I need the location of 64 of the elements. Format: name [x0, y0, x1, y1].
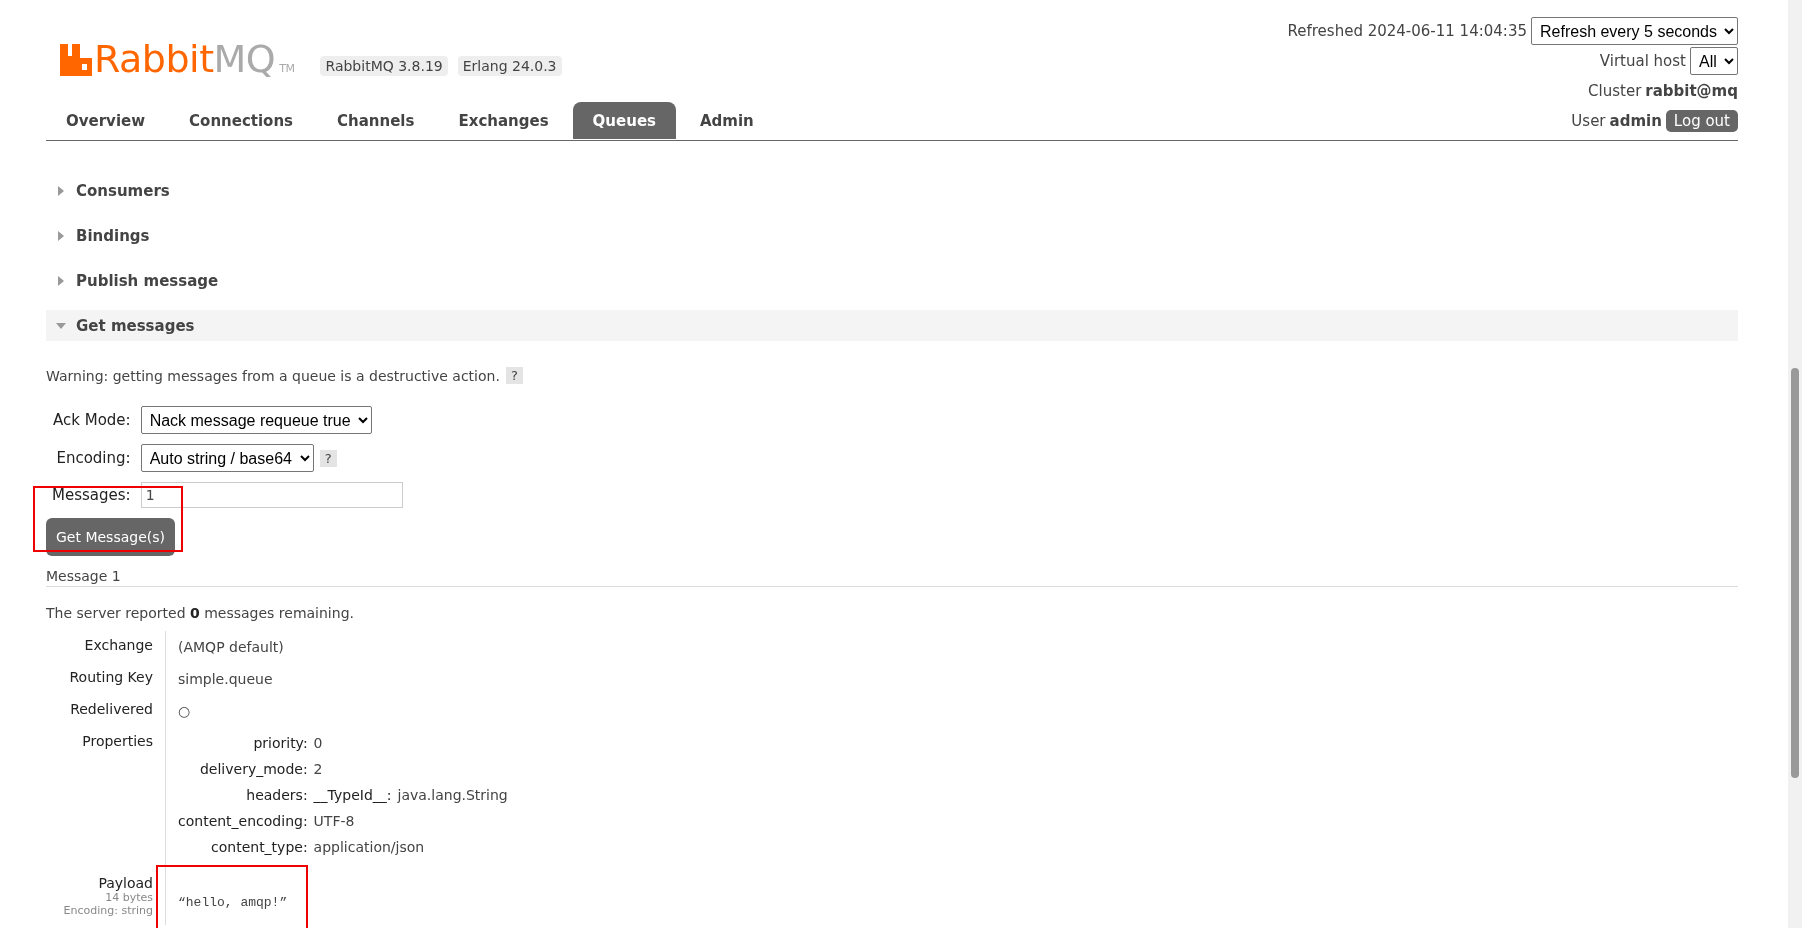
user-name: admin	[1609, 112, 1662, 130]
trademark: TM	[279, 63, 295, 74]
warning-text: Warning: getting messages from a queue is a destructive action.	[46, 367, 500, 384]
section-header[interactable]: Publish message	[46, 265, 1738, 296]
nav-tab[interactable]: Overview	[46, 102, 166, 139]
property-value: 2	[313, 761, 323, 777]
collapse-triangle-icon	[56, 320, 66, 331]
scrollbar[interactable]	[1788, 0, 1802, 928]
version-badge: RabbitMQ 3.8.19	[320, 56, 448, 76]
cluster-label: Cluster	[1588, 82, 1642, 100]
nav-tab[interactable]: Channels	[317, 102, 435, 139]
property-key: content_encoding:	[178, 813, 308, 829]
messages-input[interactable]: 1	[140, 482, 403, 508]
expand-triangle-icon	[56, 185, 66, 196]
property-value: UTF-8	[313, 813, 355, 829]
help-button[interactable]: ?	[319, 449, 337, 467]
section-header[interactable]: Consumers	[46, 175, 1738, 206]
row-label: Properties	[46, 727, 166, 863]
property-value: java.lang.String	[397, 787, 508, 803]
virtual-host-select[interactable]: All	[1690, 47, 1738, 75]
get-messages-button[interactable]: Get Message(s)	[46, 518, 175, 556]
logo-product: MQ	[213, 40, 276, 78]
field-label: Messages:	[51, 486, 131, 504]
virtual-host-label: Virtual host	[1599, 52, 1686, 70]
expand-triangle-icon	[56, 230, 66, 241]
row-value: (AMQP default)	[177, 638, 285, 657]
refreshed-time: Refreshed 2024-06-11 14:04:35	[1287, 22, 1527, 40]
option-select[interactable]: Nack message requeue true	[140, 406, 372, 434]
section-header[interactable]: Get messages	[46, 310, 1738, 341]
user-label: User	[1571, 112, 1606, 130]
property-value: 0	[313, 735, 323, 751]
payload-value: “hello, amqp!”	[178, 895, 288, 910]
help-button[interactable]: ?	[505, 367, 523, 384]
nav-tab[interactable]: Connections	[169, 102, 314, 139]
payload-size: 14 bytes	[105, 891, 153, 904]
payload-label: Payload	[98, 875, 153, 891]
row-label: Redelivered	[46, 695, 166, 727]
option-select[interactable]: Auto string / base64	[140, 444, 314, 472]
logout-button[interactable]: Log out	[1665, 110, 1738, 132]
payload-encoding: Encoding: string	[63, 904, 153, 917]
expand-triangle-icon	[56, 275, 66, 286]
header-key: __TypeId__:	[313, 787, 392, 803]
property-key: headers:	[178, 787, 308, 803]
row-label: Routing Key	[46, 663, 166, 695]
version-badge: Erlang 24.0.3	[457, 56, 562, 76]
logo-icon	[60, 44, 92, 76]
remaining-text: The server reported 0 messages remaining.	[46, 605, 355, 621]
cluster-name: rabbit@mq	[1645, 82, 1738, 100]
logo-brand: Rabbit	[94, 40, 214, 78]
property-key: content_type:	[178, 839, 308, 855]
section-header[interactable]: Bindings	[46, 220, 1738, 251]
field-label: Ack Mode:	[52, 411, 131, 429]
property-key: delivery_mode:	[178, 761, 308, 777]
nav-tab[interactable]: Admin	[680, 102, 774, 139]
property-key: priority:	[178, 735, 308, 751]
nav-tab[interactable]: Queues	[572, 102, 676, 139]
message-title: Message 1	[46, 568, 1738, 587]
row-value: simple.queue	[177, 670, 274, 689]
refresh-select[interactable]: Refresh every 5 seconds	[1531, 17, 1738, 45]
row-value: ○	[177, 702, 192, 721]
row-label: Exchange	[46, 631, 166, 663]
property-value: application/json	[313, 839, 425, 855]
nav-tab[interactable]: Exchanges	[438, 102, 569, 139]
field-label: Encoding:	[55, 449, 131, 467]
